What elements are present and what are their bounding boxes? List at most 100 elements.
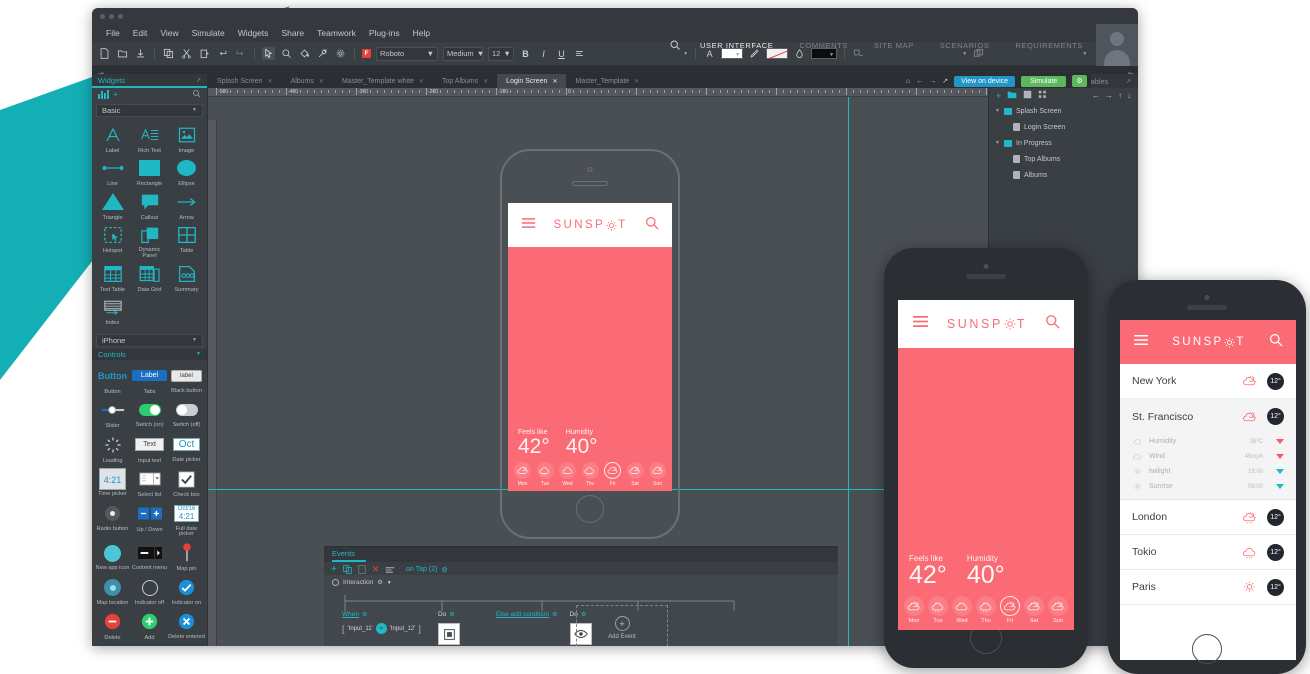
forecast-day[interactable]: Sun	[1048, 596, 1068, 624]
doc-tab-master-template[interactable]: Master_Template✕	[566, 74, 648, 88]
save-icon[interactable]	[134, 47, 147, 60]
italic-button[interactable]: I	[537, 47, 550, 60]
forecast-day[interactable]: Wed	[559, 462, 576, 487]
simulate-button[interactable]: Simulate	[1021, 76, 1066, 87]
widget-add[interactable]: Add	[131, 611, 168, 641]
widget-library-select[interactable]: Basic ▼	[96, 104, 203, 117]
expand-icon[interactable]: ↗	[196, 77, 201, 84]
doc-tab-splash-screen[interactable]: Splash Screen✕	[208, 74, 282, 88]
vertical-guide[interactable]	[848, 97, 849, 646]
font-weight-select[interactable]: Medium▼	[443, 47, 483, 61]
settings-gear-icon[interactable]	[334, 47, 347, 60]
close-icon[interactable]: ✕	[268, 78, 273, 85]
global-search-icon[interactable]	[668, 39, 681, 52]
widget-select-list[interactable]: Select list	[131, 468, 168, 498]
doc-tab-albums[interactable]: Albums✕	[282, 74, 333, 88]
widget-content-menu[interactable]: Content menu	[131, 542, 168, 572]
widget-rich-text[interactable]: Rich Text	[131, 124, 168, 154]
widget-hotspot[interactable]: Hotspot	[94, 224, 131, 260]
widget-label[interactable]: Label	[94, 124, 131, 154]
forecast-day[interactable]: Thu	[976, 596, 996, 624]
close-icon[interactable]: ✕	[552, 78, 557, 85]
widget-summary[interactable]: Summary	[168, 263, 205, 293]
menu-item-view[interactable]: View	[160, 28, 178, 38]
tree-item-in-progress[interactable]: ▼ In Progress	[989, 135, 1138, 151]
forecast-day[interactable]: Fri	[1000, 596, 1020, 624]
tree-item-albums[interactable]: Albums	[989, 167, 1138, 183]
hamburger-menu-icon[interactable]	[912, 315, 929, 333]
doc-tab-top-albums[interactable]: Top Albums✕	[433, 74, 497, 88]
city-row[interactable]: New York12°	[1120, 364, 1296, 399]
font-size-select[interactable]: 12▼	[488, 47, 514, 61]
widget-ellipse[interactable]: Ellipse	[168, 157, 205, 187]
text-align-button[interactable]	[573, 47, 586, 60]
open-folder-icon[interactable]	[116, 47, 129, 60]
doc-tab-login-screen[interactable]: Login Screen✕	[497, 74, 566, 88]
close-icon[interactable]: ✕	[634, 78, 639, 85]
menu-item-share[interactable]: Share	[281, 28, 304, 38]
forecast-day[interactable]: Mon	[514, 462, 531, 487]
widget-full-date-picker[interactable]: Oct/16 4:21 Full date picker	[168, 503, 205, 539]
tree-item-login-screen[interactable]: Login Screen	[989, 119, 1138, 135]
copy-icon[interactable]	[162, 47, 175, 60]
tab-scenarios[interactable]: SCENARIOS	[927, 24, 1003, 66]
expand-icon[interactable]: ↗	[1126, 78, 1131, 85]
back-icon[interactable]: ←	[916, 78, 923, 85]
eyedropper-icon[interactable]	[316, 47, 329, 60]
simulate-settings-button[interactable]: ⚙	[1072, 75, 1086, 87]
tab-comments[interactable]: COMMENTS	[786, 24, 861, 66]
city-row[interactable]: Paris12°	[1120, 570, 1296, 605]
search-widgets-icon[interactable]	[192, 89, 201, 100]
widgets-panel-tab[interactable]: Widgets ↗	[92, 74, 207, 86]
widget-switch-on[interactable]: Switch (on)	[131, 399, 168, 429]
close-icon[interactable]: ✕	[483, 78, 488, 85]
forecast-day[interactable]: Sat	[627, 462, 644, 487]
search-icon[interactable]	[645, 216, 659, 235]
add-event-icon[interactable]: +	[331, 564, 337, 575]
close-icon[interactable]: ✕	[419, 78, 424, 85]
widget-tabs[interactable]: Label Tabs	[131, 365, 168, 395]
paste-icon[interactable]	[198, 47, 211, 60]
city-row[interactable]: St. Francisco12°	[1120, 399, 1296, 434]
forecast-day[interactable]: Tue	[537, 462, 554, 487]
widget-up-down[interactable]: Up / Down	[131, 503, 168, 539]
widget-index[interactable]: Index	[94, 296, 131, 326]
widget-indicator-on[interactable]: Indicator on	[168, 577, 205, 607]
window-close-button[interactable]	[100, 14, 105, 19]
widget-delete[interactable]: Delete	[94, 611, 131, 641]
undo-icon[interactable]	[216, 47, 229, 60]
list-view-icon[interactable]	[1023, 90, 1032, 101]
widget-new-app-icon[interactable]: New app icon	[94, 542, 131, 572]
city-row[interactable]: London12°	[1120, 500, 1296, 535]
menu-item-plugins[interactable]: Plug-ins	[369, 28, 400, 38]
tab-site-map[interactable]: SITE MAP	[861, 24, 927, 66]
close-icon[interactable]: ✕	[319, 78, 324, 85]
widget-slider[interactable]: Slider	[94, 399, 131, 429]
widget-input-text[interactable]: Text Input text	[131, 434, 168, 464]
menu-item-help[interactable]: Help	[413, 28, 430, 38]
widget-table[interactable]: Table	[168, 224, 205, 260]
forecast-day[interactable]: Fri	[604, 462, 621, 487]
forward-icon[interactable]: →	[929, 78, 936, 85]
widget-data-grid[interactable]: Data Grid	[131, 263, 168, 293]
device-select[interactable]: iPhone ▼	[96, 334, 203, 347]
widget-line[interactable]: Line	[94, 157, 131, 187]
user-avatar[interactable]	[1096, 24, 1138, 66]
widget-indicator-off[interactable]: Indicator off	[131, 577, 168, 607]
horizontal-ruler[interactable]: -500-400-300-200-1000	[208, 88, 988, 97]
interaction-settings-icon[interactable]: ⚙	[377, 579, 382, 586]
widget-switch-off[interactable]: Switch (off)	[168, 399, 205, 429]
widget-callout[interactable]: Callout	[131, 191, 168, 221]
move-left-icon[interactable]: ←	[1092, 91, 1100, 100]
view-on-device-button[interactable]: View on device	[954, 76, 1015, 87]
underline-button[interactable]: U	[555, 47, 568, 60]
tree-item-splash-screen[interactable]: ▼ Splash Screen	[989, 103, 1138, 119]
home-icon[interactable]: ⌂	[906, 78, 910, 85]
forecast-day[interactable]: Mon	[904, 596, 924, 624]
new-file-icon[interactable]	[98, 47, 111, 60]
action-set-active[interactable]	[438, 623, 460, 645]
paint-bucket-icon[interactable]	[298, 47, 311, 60]
tab-requirements[interactable]: REQUIREMENTS	[1002, 24, 1096, 66]
tree-item-top-albums[interactable]: Top Albums	[989, 151, 1138, 167]
controls-section-header[interactable]: Controls ▼	[92, 349, 207, 360]
